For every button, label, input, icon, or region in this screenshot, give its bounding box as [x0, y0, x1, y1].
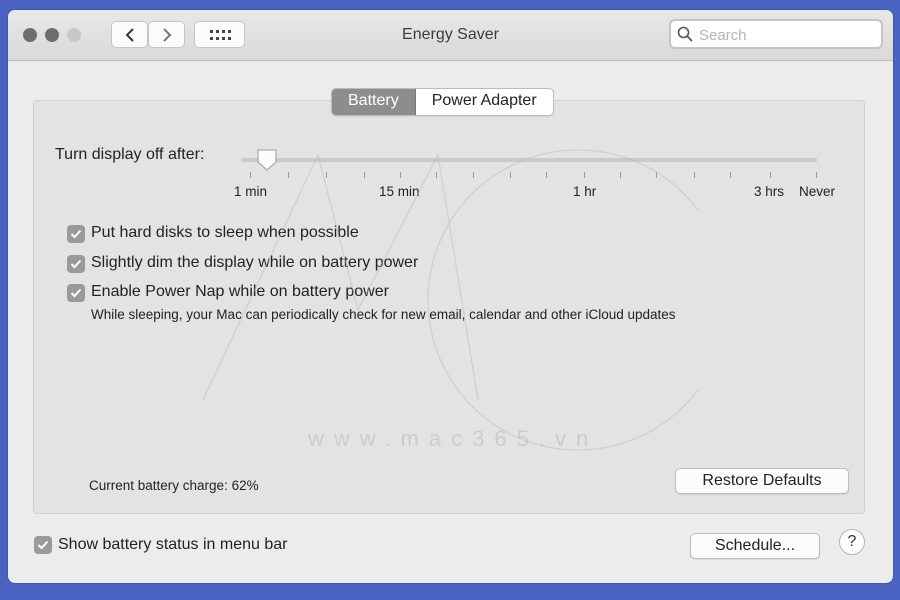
tick-label-1-hr: 1 hr [573, 184, 597, 199]
checkmark-icon [70, 259, 82, 269]
hard-disk-sleep-checkbox[interactable] [67, 225, 85, 243]
checkmark-icon [37, 540, 49, 550]
power-nap-description: While sleeping, your Mac can periodicall… [91, 307, 676, 322]
checkmark-icon [70, 288, 82, 298]
tab-power-adapter[interactable]: Power Adapter [416, 89, 553, 115]
restore-defaults-button[interactable]: Restore Defaults [675, 468, 849, 494]
energy-saver-window: Energy Saver Battery Power Adapter Turn … [8, 10, 893, 583]
tab-control: Battery Power Adapter [331, 88, 554, 116]
tick-label-1-min: 1 min [234, 184, 268, 199]
schedule-button[interactable]: Schedule... [690, 533, 820, 559]
tick-label-3-hrs: 3 hrs [754, 184, 785, 199]
power-nap-label: Enable Power Nap while on battery power [91, 283, 389, 300]
display-sleep-slider-track[interactable] [241, 158, 817, 162]
dim-display-label: Slightly dim the display while on batter… [91, 254, 419, 271]
power-nap-checkbox[interactable] [67, 284, 85, 302]
title-bar: Energy Saver [8, 10, 893, 61]
display-sleep-slider-thumb[interactable] [255, 148, 279, 172]
battery-charge-status: Current battery charge: 62% [89, 478, 259, 493]
display-sleep-label: Turn display off after: [55, 146, 205, 163]
help-button[interactable]: ? [839, 529, 865, 555]
show-battery-status-checkbox[interactable] [34, 536, 52, 554]
tick-label-15-min: 15 min [379, 184, 420, 199]
hard-disk-sleep-label: Put hard disks to sleep when possible [91, 224, 359, 241]
search-field[interactable] [669, 19, 883, 49]
show-battery-status-label: Show battery status in menu bar [58, 536, 288, 553]
tab-battery[interactable]: Battery [332, 89, 416, 115]
search-input[interactable] [697, 23, 881, 47]
dim-display-checkbox[interactable] [67, 255, 85, 273]
checkmark-icon [70, 229, 82, 239]
tick-label-never: Never [799, 184, 836, 199]
search-icon [677, 26, 693, 42]
